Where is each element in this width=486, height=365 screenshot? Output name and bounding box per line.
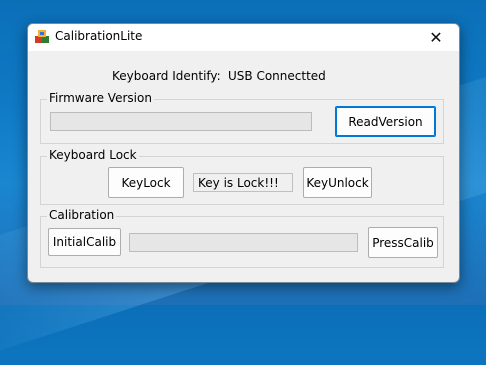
key-lock-button[interactable]: KeyLock — [108, 167, 184, 198]
key-unlock-button[interactable]: KeyUnlock — [303, 167, 372, 198]
connection-status: USB Connectted — [228, 69, 326, 83]
lock-status-field: Key is Lock!!! — [193, 173, 293, 192]
calibration-label: Calibration — [47, 208, 117, 222]
window-title: CalibrationLite — [55, 29, 143, 43]
close-button[interactable]: ✕ — [413, 24, 459, 51]
app-cube-icon — [35, 30, 49, 43]
keyboard-lock-label: Keyboard Lock — [47, 148, 139, 162]
app-window: CalibrationLite ✕ Keyboard Identify: USB… — [27, 23, 460, 283]
press-calib-button[interactable]: PressCalib — [368, 227, 438, 258]
title-bar: CalibrationLite ✕ — [28, 24, 459, 51]
firmware-version-label: Firmware Version — [47, 91, 154, 105]
keyboard-identify-label: Keyboard Identify: — [112, 69, 221, 83]
read-version-button[interactable]: ReadVersion — [335, 106, 436, 137]
initial-calib-button[interactable]: InitialCalib — [48, 228, 121, 256]
close-icon: ✕ — [429, 28, 443, 47]
calibration-progress-bar — [129, 233, 358, 252]
firmware-progress-bar — [50, 112, 312, 131]
